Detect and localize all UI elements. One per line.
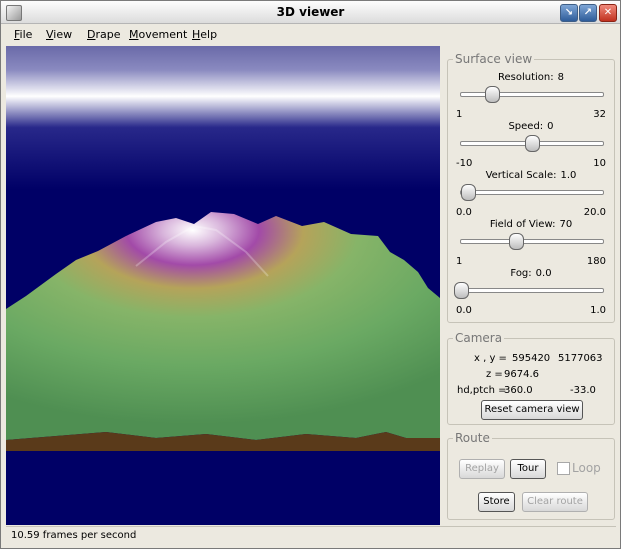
- loop-checkbox[interactable]: [557, 462, 570, 475]
- vertical-scale-label-row: Vertical Scale: 1.0: [448, 170, 614, 181]
- fog-slider-thumb[interactable]: [454, 282, 469, 299]
- resolution-value: 8: [557, 72, 564, 83]
- field-of-view-min-label: 1: [456, 256, 463, 267]
- route-title: Route: [453, 431, 492, 445]
- menu-drape-label: rape: [95, 28, 121, 41]
- status-bar: 10.59 frames per second: [6, 526, 616, 545]
- vertical-scale-slider-track[interactable]: [460, 190, 604, 195]
- menu-help-label: elp: [200, 28, 218, 41]
- menu-view[interactable]: View: [46, 28, 72, 41]
- loop-label: Loop: [572, 461, 601, 475]
- store-button[interactable]: Store: [478, 492, 515, 512]
- surface-view-group: Surface view Resolution: 8 1 32 Speed: 0 -10 10…: [447, 52, 615, 323]
- surface-view-title: Surface view: [453, 52, 535, 66]
- menu-view-label: iew: [53, 28, 73, 41]
- menu-file-label: ile: [19, 28, 33, 41]
- menu-drape[interactable]: Drape: [87, 28, 121, 41]
- menu-movement-label: ovement: [138, 28, 188, 41]
- fog-slider-track[interactable]: [460, 288, 604, 293]
- fog-value: 0.0: [535, 268, 552, 279]
- resolution-slider-track[interactable]: [460, 92, 604, 97]
- resolution-slider-thumb[interactable]: [485, 86, 501, 103]
- vertical-scale-value: 1.0: [560, 170, 577, 181]
- fog-min-label: 0.0: [456, 305, 472, 316]
- camera-heading-pitch-label: hd,ptch =: [457, 385, 507, 396]
- resolution-label-row: Resolution: 8: [448, 72, 614, 83]
- tour-button[interactable]: Tour: [510, 459, 546, 479]
- app-window: 3D viewer ↘ ↗ ✕ File View Drape Movement Hel…: [0, 0, 621, 549]
- maximize-icon[interactable]: ↗: [579, 4, 597, 22]
- control-panel: Surface view Resolution: 8 1 32 Speed: 0 -10 10…: [441, 46, 617, 525]
- menu-bar: File View Drape Movement Help: [1, 24, 620, 45]
- camera-group: Camera x , y = 595420 5177063 z = 9674.6…: [447, 331, 615, 425]
- vertical-scale-slider-thumb[interactable]: [461, 184, 477, 201]
- fog-max-label: 1.0: [590, 305, 606, 316]
- camera-pitch-value: -33.0: [570, 385, 596, 396]
- speed-label-row: Speed: 0: [448, 121, 614, 132]
- close-icon[interactable]: ✕: [599, 4, 617, 22]
- resolution-label: Resolution:: [498, 72, 554, 83]
- clear-route-button[interactable]: Clear route: [522, 492, 588, 512]
- field-of-view-slider-track[interactable]: [460, 239, 604, 244]
- route-group: Route Replay Tour Loop Store Clear route: [447, 431, 615, 520]
- minimize-icon[interactable]: ↘: [560, 4, 578, 22]
- fog-label: Fog:: [510, 268, 532, 279]
- camera-z-value: 9674.6: [504, 369, 539, 380]
- field-of-view-value: 70: [559, 219, 573, 230]
- resolution-min-label: 1: [456, 109, 463, 120]
- menu-movement[interactable]: Movement: [129, 28, 187, 41]
- vertical-scale-label: Vertical Scale:: [485, 170, 557, 181]
- window-title: 3D viewer: [276, 5, 345, 19]
- camera-y-value: 5177063: [558, 353, 603, 364]
- frame-rate-status: 10.59 frames per second: [11, 530, 137, 541]
- vertical-scale-min-label: 0.0: [456, 207, 472, 218]
- vertical-scale-max-label: 20.0: [583, 207, 606, 218]
- 3d-terrain-viewport[interactable]: [6, 46, 440, 525]
- field-of-view-slider-thumb[interactable]: [508, 233, 524, 250]
- speed-label: Speed:: [508, 121, 544, 132]
- menu-movement-accel: M: [129, 28, 139, 41]
- menu-file[interactable]: File: [14, 28, 32, 41]
- reset-camera-view-button[interactable]: Reset camera view: [481, 400, 583, 420]
- resolution-max-label: 32: [593, 109, 606, 120]
- speed-min-label: -10: [456, 158, 473, 169]
- camera-heading-value: 360.0: [504, 385, 533, 396]
- camera-xy-label: x , y =: [474, 353, 507, 364]
- field-of-view-label: Field of View:: [489, 219, 556, 230]
- field-of-view-label-row: Field of View: 70: [448, 219, 614, 230]
- replay-button[interactable]: Replay: [459, 459, 505, 479]
- fog-label-row: Fog: 0.0: [448, 268, 614, 279]
- terrain-render: [6, 46, 440, 525]
- field-of-view-max-label: 180: [586, 256, 606, 267]
- camera-x-value: 595420: [512, 353, 551, 364]
- title-bar[interactable]: 3D viewer ↘ ↗ ✕: [1, 1, 620, 24]
- speed-slider-thumb[interactable]: [525, 135, 540, 152]
- camera-z-label: z =: [486, 369, 503, 380]
- speed-max-label: 10: [593, 158, 606, 169]
- menu-help[interactable]: Help: [192, 28, 217, 41]
- camera-title: Camera: [453, 331, 505, 345]
- speed-value: 0: [547, 121, 554, 132]
